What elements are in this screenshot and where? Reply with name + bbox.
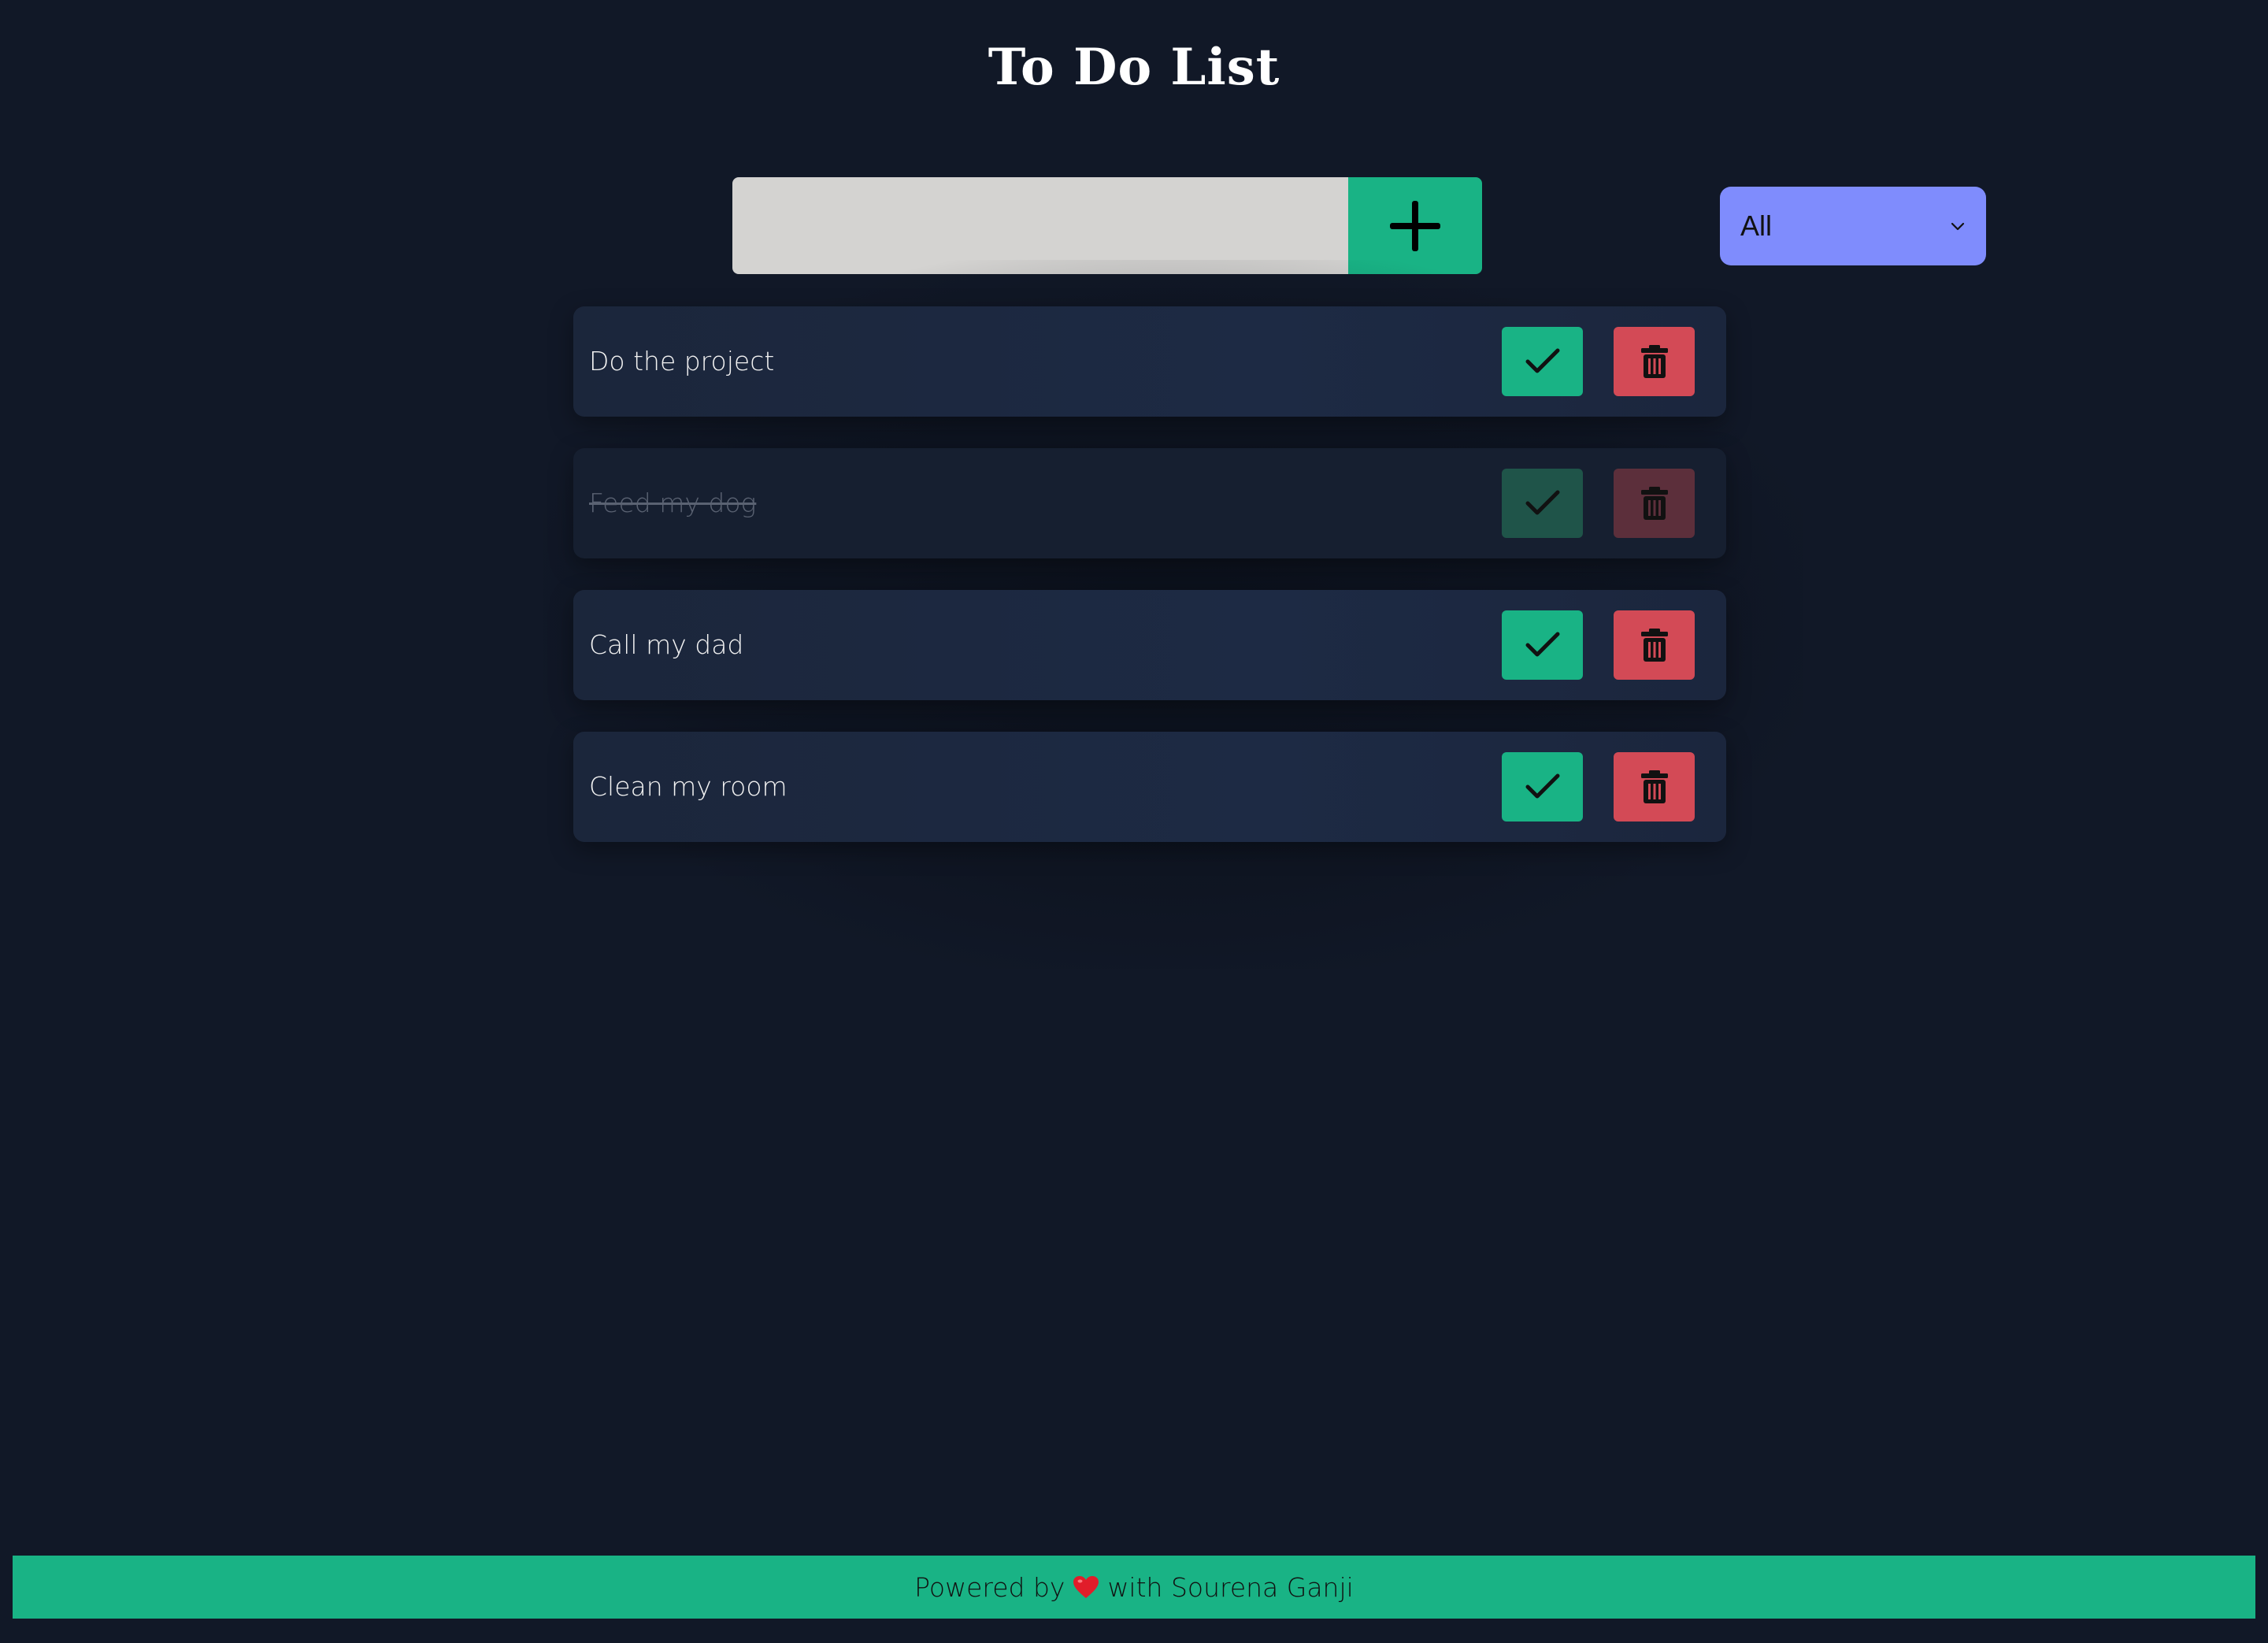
todo-item: Do the project bbox=[573, 306, 1726, 417]
trash-icon bbox=[1640, 629, 1668, 662]
todo-item: Call my dad bbox=[573, 590, 1726, 700]
trash-icon bbox=[1640, 770, 1668, 803]
todo-list: Do the project Feed my dog Call my dad C… bbox=[573, 306, 1726, 873]
filter-select[interactable]: All bbox=[1720, 187, 1986, 265]
chevron-down-icon bbox=[1951, 222, 1965, 231]
trash-icon bbox=[1640, 345, 1668, 378]
delete-button[interactable] bbox=[1614, 469, 1695, 538]
trash-icon bbox=[1640, 487, 1668, 520]
check-icon bbox=[1525, 632, 1559, 657]
complete-button[interactable] bbox=[1502, 610, 1583, 680]
todo-text: Call my dad bbox=[589, 629, 744, 660]
complete-button[interactable] bbox=[1502, 327, 1583, 396]
delete-button[interactable] bbox=[1614, 327, 1695, 396]
filter-selected-value: All bbox=[1740, 210, 1773, 242]
todo-text: Clean my room bbox=[589, 771, 788, 802]
app-root: To Do List All Do the project Feed my do… bbox=[0, 0, 2268, 1643]
footer: Powered by with Sourena Ganji bbox=[13, 1556, 2255, 1619]
heart-icon bbox=[1073, 1576, 1099, 1598]
delete-button[interactable] bbox=[1614, 752, 1695, 822]
todo-text: Feed my dog bbox=[589, 488, 757, 518]
complete-button[interactable] bbox=[1502, 469, 1583, 538]
check-icon bbox=[1525, 490, 1559, 515]
plus-icon bbox=[1390, 200, 1440, 251]
delete-button[interactable] bbox=[1614, 610, 1695, 680]
todo-text: Do the project bbox=[589, 346, 775, 376]
footer-suffix: with Sourena Ganji bbox=[1107, 1571, 1354, 1603]
check-icon bbox=[1525, 348, 1559, 373]
complete-button[interactable] bbox=[1502, 752, 1583, 822]
todo-item: Clean my room bbox=[573, 732, 1726, 842]
page-title: To Do List bbox=[988, 38, 1280, 97]
footer-prefix: Powered by bbox=[914, 1571, 1065, 1603]
check-icon bbox=[1525, 773, 1559, 799]
todo-item-completed: Feed my dog bbox=[573, 448, 1726, 558]
